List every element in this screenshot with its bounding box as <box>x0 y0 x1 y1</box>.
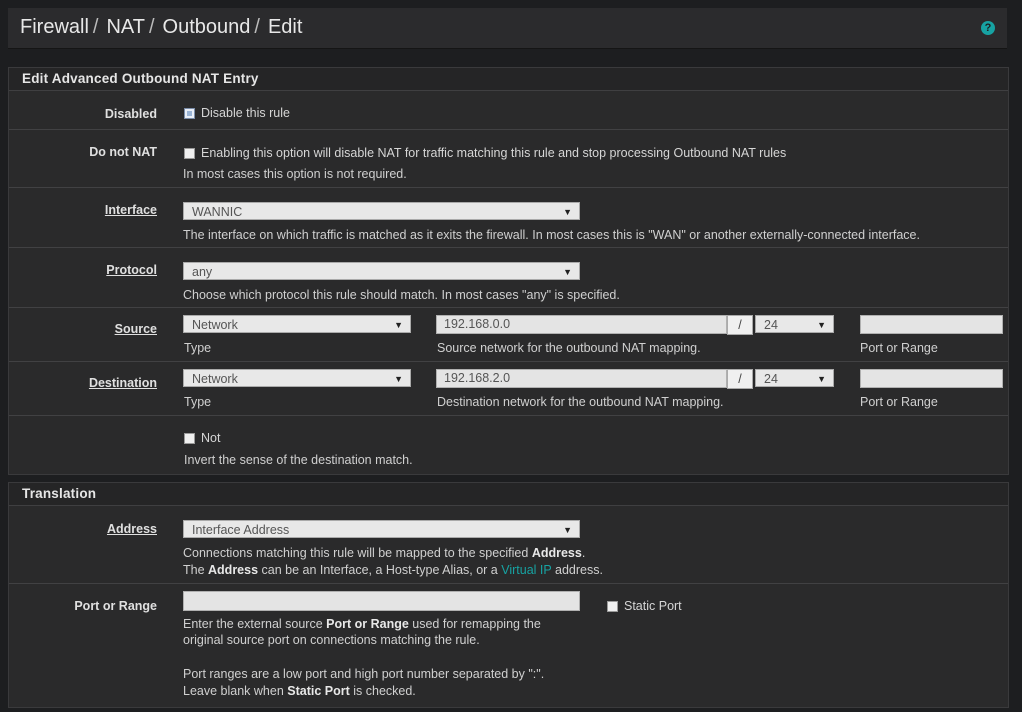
chevron-down-icon: ▼ <box>563 207 572 217</box>
breadcrumb-outbound[interactable]: Outbound <box>163 16 251 38</box>
not-help: Invert the sense of the destination matc… <box>184 453 413 467</box>
chevron-down-icon: ▼ <box>394 374 403 384</box>
interface-label[interactable]: Interface <box>105 203 157 217</box>
row-interface: Interface WANNIC ▼ The interface on whic… <box>9 187 1008 247</box>
do-not-nat-help: In most cases this option is not require… <box>183 167 407 181</box>
source-network-input[interactable]: 192.168.0.0 <box>436 315 727 334</box>
protocol-select[interactable]: any ▼ <box>183 262 580 280</box>
static-port-text: Static Port <box>624 599 682 613</box>
destination-port-input[interactable] <box>860 369 1003 388</box>
destination-mask-value: 24 <box>764 372 778 386</box>
protocol-label[interactable]: Protocol <box>106 263 157 277</box>
row-port-range: Port or Range Static Port Enter the exte… <box>9 583 1008 707</box>
do-not-nat-checkbox[interactable] <box>184 148 195 159</box>
destination-network-input[interactable]: 192.168.2.0 <box>436 369 727 388</box>
disable-rule-text: Disable this rule <box>201 106 290 120</box>
source-type-value: Network <box>192 318 238 332</box>
address-select-value: Interface Address <box>192 523 290 537</box>
row-source: Source Network ▼ Type 192.168.0.0 / 24 ▼… <box>9 307 1008 361</box>
not-checkbox[interactable] <box>184 433 195 444</box>
port-range-label: Port or Range <box>74 599 157 613</box>
port-help-line3: Port ranges are a low port and high port… <box>183 667 545 681</box>
disable-rule-checkbox[interactable] <box>184 108 195 119</box>
static-port-checkbox[interactable] <box>607 601 618 612</box>
breadcrumb: Firewall / NAT / Outbound / Edit <box>20 16 303 38</box>
destination-type-value: Network <box>192 372 238 386</box>
chevron-down-icon: ▼ <box>563 267 572 277</box>
port-help-line4: Leave blank when Static Port is checked. <box>183 684 416 698</box>
virtual-ip-link[interactable]: Virtual IP <box>501 563 551 577</box>
interface-help: The interface on which traffic is matche… <box>183 228 920 242</box>
source-port-help: Port or Range <box>860 341 938 355</box>
chevron-down-icon: ▼ <box>563 525 572 535</box>
panel-title: Edit Advanced Outbound NAT Entry <box>9 68 1008 91</box>
chevron-down-icon: ▼ <box>817 374 826 384</box>
source-mask-value: 24 <box>764 318 778 332</box>
do-not-nat-text: Enabling this option will disable NAT fo… <box>201 146 787 160</box>
destination-label[interactable]: Destination <box>89 376 157 390</box>
port-help-line2: original source port on connections matc… <box>183 633 480 647</box>
row-not: Not Invert the sense of the destination … <box>9 415 1008 474</box>
row-protocol: Protocol any ▼ Choose which protocol thi… <box>9 247 1008 307</box>
row-address: Address Interface Address ▼ Connections … <box>9 506 1008 582</box>
destination-type-select[interactable]: Network ▼ <box>183 369 411 387</box>
interface-select-value: WANNIC <box>192 205 243 219</box>
translation-port-input[interactable] <box>183 591 580 611</box>
address-help-line2: The Address can be an Interface, a Host-… <box>183 563 603 577</box>
address-label[interactable]: Address <box>107 522 157 536</box>
source-type-help: Type <box>184 341 212 355</box>
translation-panel: Translation Address Interface Address ▼ … <box>8 482 1009 708</box>
address-select[interactable]: Interface Address ▼ <box>183 520 580 538</box>
not-text: Not <box>201 431 221 445</box>
donotnat-label: Do not NAT <box>89 145 157 159</box>
protocol-select-value: any <box>192 265 213 279</box>
translation-title: Translation <box>9 483 1008 506</box>
source-type-select[interactable]: Network ▼ <box>183 315 411 333</box>
breadcrumb-edit: Edit <box>267 16 303 38</box>
destination-type-help: Type <box>184 395 212 409</box>
port-help-line1: Enter the external source Port or Range … <box>183 617 541 631</box>
source-label[interactable]: Source <box>115 322 157 336</box>
source-slash: / <box>727 315 753 335</box>
interface-select[interactable]: WANNIC ▼ <box>183 202 580 220</box>
protocol-help: Choose which protocol this rule should m… <box>183 288 620 302</box>
destination-port-help: Port or Range <box>860 395 938 409</box>
breadcrumb-firewall[interactable]: Firewall <box>20 16 89 38</box>
address-help-line1: Connections matching this rule will be m… <box>183 546 586 560</box>
row-do-not-nat: Do not NAT Enabling this option will dis… <box>9 129 1008 187</box>
source-mask-select[interactable]: 24 ▼ <box>755 315 834 333</box>
question-circle-icon[interactable]: ? <box>981 21 995 35</box>
destination-slash: / <box>727 369 753 389</box>
chevron-down-icon: ▼ <box>817 320 826 330</box>
source-port-input[interactable] <box>860 315 1003 334</box>
destination-mask-select[interactable]: 24 ▼ <box>755 369 834 387</box>
breadcrumb-bar: Firewall / NAT / Outbound / Edit ? <box>8 8 1007 49</box>
edit-nat-panel: Edit Advanced Outbound NAT Entry Disable… <box>8 67 1009 475</box>
destination-network-help: Destination network for the outbound NAT… <box>437 395 724 409</box>
source-network-help: Source network for the outbound NAT mapp… <box>437 341 701 355</box>
chevron-down-icon: ▼ <box>394 320 403 330</box>
disabled-label: Disabled <box>104 107 157 121</box>
breadcrumb-nat[interactable]: NAT <box>106 16 145 38</box>
row-disabled: Disabled Disable this rule <box>9 91 1008 128</box>
row-destination: Destination Network ▼ Type 192.168.2.0 /… <box>9 361 1008 415</box>
